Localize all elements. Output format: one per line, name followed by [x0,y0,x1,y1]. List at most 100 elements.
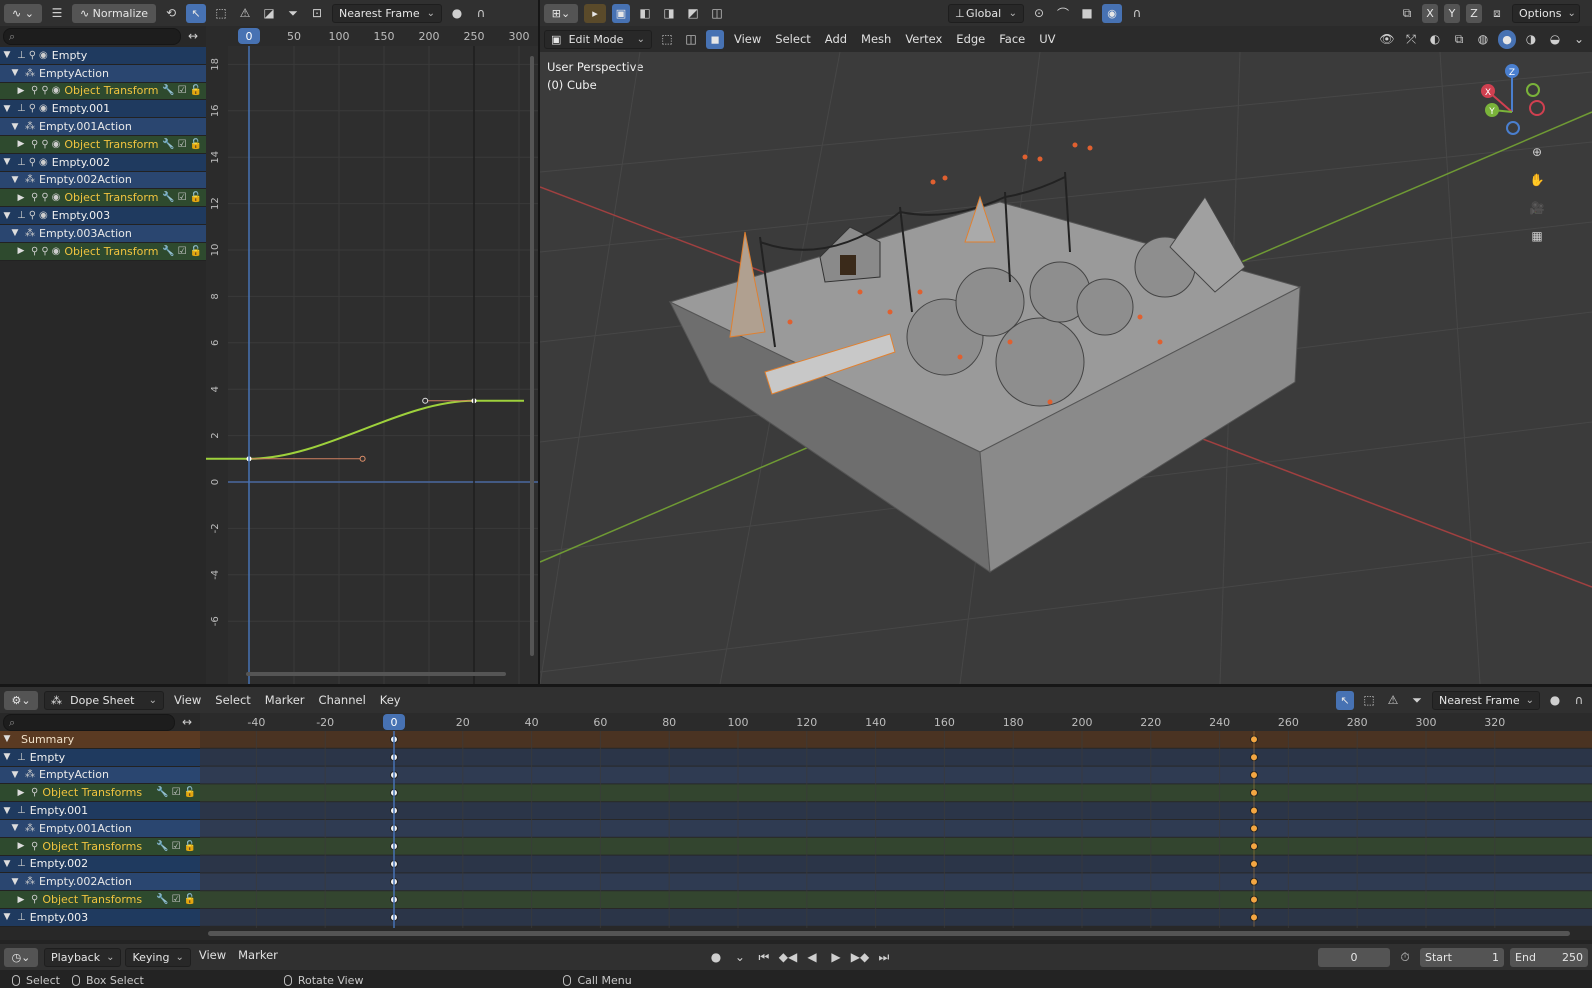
modifier-wrench-icon[interactable]: 🔧 [156,841,168,852]
expand-triangle-icon[interactable]: ▼ [0,912,14,922]
vertex-select-icon[interactable]: ⬚ [658,30,676,48]
dope-timeline-area[interactable]: -40 -20 0 20 40 60 80 100 120 140 160 180 200 220 240 2… [200,713,1592,940]
dope-only-selected[interactable]: ↖ [1336,690,1354,710]
record-icon[interactable]: ● [707,948,725,966]
auto-merge-icon[interactable]: ⧈ [1488,4,1506,22]
lock-icon[interactable]: 🔓 [184,894,196,905]
pin-icon[interactable]: ⚲ [29,103,36,114]
menu-select[interactable]: Select [211,693,254,707]
eye-icon[interactable]: ◉ [52,85,61,96]
zoom-icon[interactable]: ⊕ [1528,143,1546,161]
dope-hidden-icon[interactable]: ⬚ [1360,691,1378,709]
expand-triangle-icon[interactable]: ▶ [14,86,28,96]
modifier-wrench-icon[interactable]: 🔧 [156,894,168,905]
channel-row-obj[interactable]: ▼ ⊥ Empty [0,748,200,767]
menu-uv[interactable]: UV [1035,32,1059,46]
mute-checkbox[interactable]: ☑ [172,894,181,905]
dope-mode-dropdown[interactable]: ⁂ Dope Sheet [44,690,164,710]
lock-icon[interactable]: 🔓 [190,246,202,257]
axis-z-toggle[interactable]: Z [1466,3,1482,23]
expand-triangle-icon[interactable]: ▼ [8,823,22,833]
modifier-wrench-icon[interactable]: 🔧 [156,787,168,798]
lock-icon[interactable]: 🔓 [190,192,202,203]
end-frame-field[interactable]: End 250 [1510,947,1589,967]
orientation-dropdown[interactable]: ⊥ Global [948,3,1024,23]
bezier-handle[interactable] [422,397,429,404]
play-reverse-icon[interactable]: ◀ [803,948,821,966]
shading-options-icon[interactable]: ⌄ [1570,30,1588,48]
expand-triangle-icon[interactable]: ▶ [14,139,28,149]
expand-triangle-icon[interactable]: ▶ [14,246,28,256]
channel-row-act[interactable]: ▼ ⁂ EmptyAction [0,766,200,785]
dope-horizontal-scrollbar[interactable] [208,931,1570,936]
expand-triangle-icon[interactable]: ▼ [0,104,14,114]
stopwatch-icon[interactable]: ⏱ [1396,948,1414,966]
pan-hand-icon[interactable]: ✋ [1528,171,1546,189]
channel-row-obj[interactable]: ▼ ⊥ Empty.003 [0,908,200,927]
expand-triangle-icon[interactable]: ▼ [0,157,14,167]
house[interactable] [819,226,881,283]
axis-x-toggle[interactable]: X [1422,3,1438,23]
mirror-icon[interactable]: ⧉ [1398,4,1416,22]
timeline-menu-view[interactable]: View [195,948,230,967]
modifier-wrench-icon[interactable]: 🔧 [162,85,174,96]
expand-triangle-icon[interactable]: ▼ [0,211,14,221]
wireframe-shading-icon[interactable]: ◍ [1474,30,1492,48]
select-mode-new[interactable]: ▣ [612,3,630,23]
bezier-handle[interactable] [359,455,366,462]
face-select-button[interactable]: ◼ [706,29,724,49]
falloff-icon[interactable]: ∩ [472,4,490,22]
dope-filter-icon[interactable]: ⏷ [1408,691,1426,709]
eye-icon[interactable]: ◉ [39,157,48,168]
expand-triangle-icon[interactable]: ▶ [14,895,28,905]
dope-snap-dropdown[interactable]: Nearest Frame [1432,690,1540,710]
timeline-menu-marker[interactable]: Marker [234,948,282,967]
dope-row-act[interactable] [200,766,1592,784]
viewport-editor-type[interactable]: ⊞⌄ [544,3,578,23]
menu-mesh[interactable]: Mesh [857,32,895,46]
ortho-grid-icon[interactable]: ▦ [1528,227,1546,245]
edge-select-icon[interactable]: ◫ [682,30,700,48]
menu-vertex[interactable]: Vertex [901,32,946,46]
lock-icon[interactable]: 🔓 [190,139,202,150]
vertical-scrollbar[interactable] [530,56,534,656]
channel-row-obj[interactable]: ▼ ⊥ Empty.002 [0,855,200,874]
dope-falloff-icon[interactable]: ∩ [1570,691,1588,709]
swap-icon[interactable]: ↔ [184,27,202,45]
snap-target-icon[interactable]: ■ [1078,4,1096,22]
lock-icon[interactable]: 🔓 [184,787,196,798]
eye-icon[interactable]: ◉ [39,210,48,221]
select-tool-button[interactable]: ▸ [584,3,606,23]
dope-swap-icon[interactable]: ↔ [178,713,196,731]
mute-checkbox[interactable]: ☑ [178,192,187,203]
dope-row-obj[interactable] [200,802,1592,819]
menu-icon[interactable]: ☰ [48,4,66,22]
channel-search-input[interactable]: ⌕ [3,28,181,45]
eye-icon[interactable]: ◉ [52,246,61,257]
dope-row-obj[interactable] [200,909,1592,926]
mute-checkbox[interactable]: ☑ [178,139,187,150]
expand-triangle-icon[interactable]: ▼ [8,877,22,887]
dope-ruler[interactable] [200,713,1592,731]
expand-triangle-icon[interactable]: ▼ [8,770,22,780]
axis-y-toggle[interactable]: Y [1444,3,1460,23]
visibility-icon[interactable]: 👁 [1378,30,1396,48]
lock-icon[interactable]: 🔓 [184,841,196,852]
expand-triangle-icon[interactable]: ▼ [0,859,14,869]
expand-triangle-icon[interactable]: ▼ [0,734,14,744]
dope-proportional-icon[interactable]: ● [1546,691,1564,709]
dope-row-act[interactable] [200,873,1592,891]
channel-row-grp[interactable]: ▶ ⚲ ⚲ ◉ Object Transform 🔧 ☑ 🔓 [0,82,206,101]
dope-row-grp[interactable] [200,784,1592,802]
dope-row-obj[interactable] [200,855,1592,873]
channel-row-grp[interactable]: ▶ ⚲ Object Transforms 🔧 ☑ 🔓 [0,891,200,909]
mute-checkbox[interactable]: ☑ [178,246,187,257]
channel-row-grp[interactable]: ▶ ⚲ ⚲ ◉ Object Transform 🔧 ☑ 🔓 [0,135,206,154]
scene-canvas[interactable] [540,52,1592,684]
pin-icon[interactable]: ⚲ [41,192,48,203]
expand-triangle-icon[interactable]: ▶ [14,841,28,851]
channel-row-act[interactable]: ▼ ⁂ EmptyAction [0,64,206,83]
current-frame-field[interactable]: 0 [1318,947,1391,967]
channel-row-grp[interactable]: ▶ ⚲ ⚲ ◉ Object Transform 🔧 ☑ 🔓 [0,189,206,208]
camera-icon[interactable]: 🎥 [1528,199,1546,217]
